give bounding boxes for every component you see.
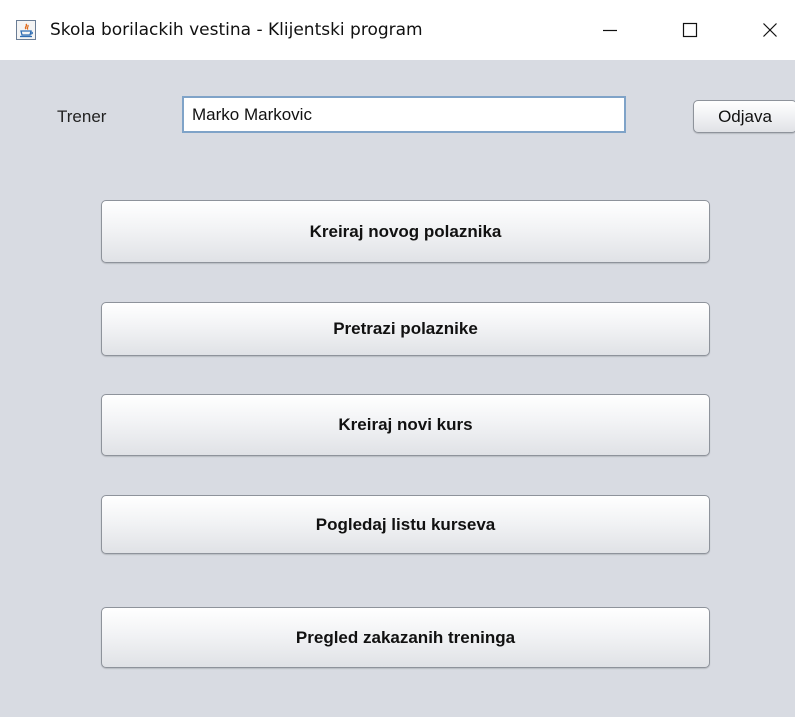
trainer-name-field[interactable]: Marko Markovic	[182, 96, 626, 133]
scheduled-trainings-button[interactable]: Pregled zakazanih treninga	[101, 607, 710, 668]
app-window: Skola borilackih vestina - Klijentski pr…	[0, 0, 795, 717]
close-button[interactable]	[750, 14, 790, 46]
minimize-icon	[603, 29, 617, 32]
minimize-button[interactable]	[590, 14, 630, 46]
title-bar[interactable]: Skola borilackih vestina - Klijentski pr…	[0, 0, 795, 60]
maximize-button[interactable]	[670, 14, 710, 46]
view-course-list-button[interactable]: Pogledaj listu kurseva	[101, 495, 710, 554]
window-title: Skola borilackih vestina - Klijentski pr…	[50, 20, 423, 40]
trainer-label: Trener	[57, 107, 107, 126]
maximize-icon	[682, 22, 698, 38]
java-icon	[16, 20, 36, 40]
create-new-student-button[interactable]: Kreiraj novog polaznika	[101, 200, 710, 263]
create-new-course-button[interactable]: Kreiraj novi kurs	[101, 394, 710, 456]
close-icon	[763, 23, 777, 37]
logout-button[interactable]: Odjava	[693, 100, 795, 133]
search-students-button[interactable]: Pretrazi polaznike	[101, 302, 710, 356]
